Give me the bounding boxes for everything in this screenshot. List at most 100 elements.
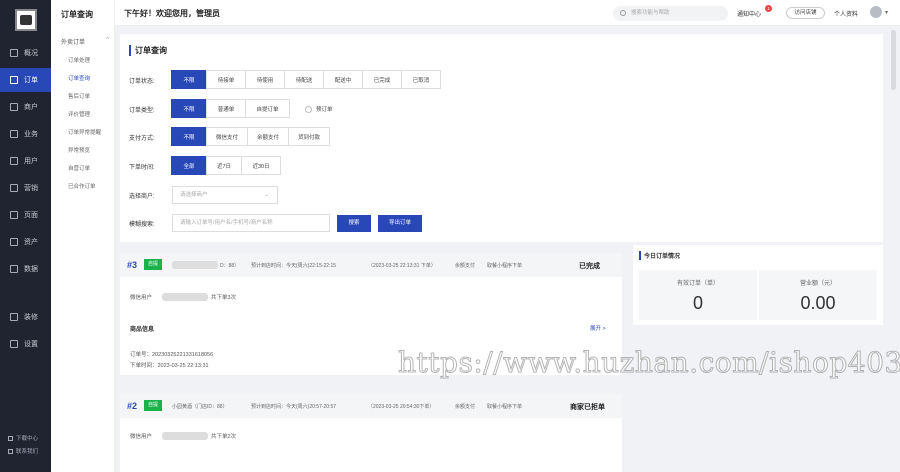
payment-label: 支付方式:	[129, 136, 155, 142]
marketing-icon	[10, 184, 18, 192]
decoration-icon	[10, 313, 18, 321]
preorder-label: 预订单	[316, 107, 333, 113]
blurred-store-name	[172, 261, 218, 269]
subnav-item-preview[interactable]: 异常预览	[68, 146, 90, 154]
sidebar-item-orders[interactable]: 订单	[0, 68, 51, 92]
orders-icon	[10, 76, 18, 84]
order-card-header: #2 自提 小园黄酒（门店ID：88） 预计到店时间：今天(周六)20:57-2…	[120, 394, 622, 418]
customer-order-count: 共下单2次	[211, 434, 237, 440]
search-icon	[620, 10, 626, 16]
sidebar-item-label: 页面	[24, 212, 38, 219]
contact-us-link[interactable]: 联系我们	[8, 447, 38, 455]
order-type-tag: 自提	[144, 259, 163, 270]
keyword-input[interactable]: 请输入订单号/用户名/手机号/商户名称	[172, 214, 330, 232]
subnav-item-reviews[interactable]: 评价管理	[68, 110, 90, 118]
status-option[interactable]: 待接单	[206, 70, 246, 89]
page-icon	[10, 211, 18, 219]
profile-link[interactable]: 个人资料	[834, 9, 858, 18]
status-option[interactable]: 已完成	[362, 70, 402, 89]
notify-center-link[interactable]: 通知中心	[737, 9, 761, 18]
time-label: 下单时间:	[129, 165, 155, 171]
sidebar-item-users[interactable]: 用户	[0, 149, 51, 173]
visit-store-button[interactable]: 访问店铺	[786, 7, 825, 19]
chevron-down-icon: ⌄	[264, 192, 269, 198]
subnav-group-takeout[interactable]: 外卖订单 ^	[61, 37, 109, 46]
revenue-value: 0.00	[800, 293, 836, 313]
sidebar-item-label: 设置	[24, 341, 38, 348]
subnav-item-process[interactable]: 订单处理	[68, 56, 90, 64]
download-icon	[8, 435, 13, 441]
type-option[interactable]: 不限	[171, 99, 207, 118]
status-option[interactable]: 不限	[171, 70, 207, 89]
payment-method: 余额支付	[455, 404, 476, 410]
avatar[interactable]	[870, 6, 882, 18]
pickup-time-text: 预计到店时间：今天(周六)20:57-20:57	[251, 404, 337, 410]
blurred-customer-phone	[162, 432, 208, 440]
main-sidebar: 概况 订单 商户 业务 用户 营销 页面 资产 数据 装修 设置 下载中心 联系…	[0, 0, 51, 472]
notify-badge: 1	[765, 5, 772, 12]
today-stats-title: 今日订单情况	[639, 251, 680, 260]
payment-option[interactable]: 余额支付	[247, 127, 289, 146]
page-title: 订单查询	[129, 45, 167, 56]
subnav-group-label: 外卖订单	[61, 40, 86, 46]
subnav-item-query[interactable]: 订单查询	[68, 74, 90, 82]
sidebar-item-data[interactable]: 数据	[0, 257, 51, 281]
preorder-checkbox[interactable]: 预订单	[305, 105, 333, 113]
customer-name: 微信用户	[130, 434, 153, 440]
payment-option[interactable]: 不限	[171, 127, 207, 146]
sub-sidebar: 订单查询 外卖订单 ^ 订单处理 订单查询 售后订单 评价管理 订单异常提醒 异常…	[51, 0, 115, 472]
sidebar-item-label: 资产	[24, 239, 38, 246]
order-card: #2 自提 小园黄酒（门店ID：88） 预计到店时间：今天(周六)20:57-2…	[120, 394, 622, 472]
type-segment: 不限 普通单 自提订单	[171, 99, 290, 118]
subnav-item-exception[interactable]: 订单异常提醒	[68, 128, 101, 136]
search-input[interactable]: 搜索功能与帮助	[613, 6, 728, 21]
time-option[interactable]: 近7日	[206, 156, 242, 175]
type-label: 订单类型:	[129, 108, 155, 114]
sidebar-item-label: 概况	[24, 50, 38, 57]
payment-option[interactable]: 微信支付	[206, 127, 248, 146]
subnav-item-self[interactable]: 自营订单	[68, 164, 90, 172]
radio-circle-icon	[305, 105, 312, 113]
download-center-link[interactable]: 下载中心	[8, 434, 38, 442]
order-timestamp: （2023-03-25 20:54:30下单）	[368, 404, 435, 410]
scrollbar[interactable]	[891, 30, 896, 90]
pickup-time-text: 预计到店时间：今天(周六)22:15-22:15	[251, 263, 337, 269]
chevron-up-icon: ^	[106, 37, 109, 43]
sidebar-item-business[interactable]: 业务	[0, 122, 51, 146]
time-segment: 全部 近7日 近30日	[171, 156, 281, 175]
order-status: 已完成	[579, 263, 600, 270]
sidebar-item-pages[interactable]: 页面	[0, 203, 51, 227]
subnav-item-aftersale[interactable]: 售后订单	[68, 92, 90, 100]
status-option[interactable]: 待使用	[245, 70, 285, 89]
search-button[interactable]: 搜索	[337, 215, 371, 232]
sidebar-item-settings[interactable]: 设置	[0, 332, 51, 356]
gear-icon	[10, 340, 18, 348]
time-option[interactable]: 近30日	[241, 156, 281, 175]
merchant-label: 选择商户:	[129, 194, 155, 200]
subnav-item-cooperation[interactable]: 已合作订单	[68, 182, 96, 190]
sidebar-item-merchants[interactable]: 商户	[0, 95, 51, 119]
sidebar-item-label: 业务	[24, 131, 38, 138]
payment-option[interactable]: 货到付款	[288, 127, 330, 146]
sidebar-item-overview[interactable]: 概况	[0, 41, 51, 65]
export-orders-button[interactable]: 导出订单	[378, 215, 422, 232]
sidebar-item-marketing[interactable]: 营销	[0, 176, 51, 200]
overview-icon	[10, 49, 18, 57]
greeting-text: 下午好！欢迎您用，管理员	[124, 9, 220, 18]
contact-label: 联系我们	[16, 449, 39, 455]
sidebar-item-assets[interactable]: 资产	[0, 230, 51, 254]
sidebar-item-label: 数据	[24, 266, 38, 273]
expand-link[interactable]: 展开 >	[590, 324, 606, 332]
order-timestamp: （2023-03-25 22:13:31 下单）	[368, 263, 436, 269]
sidebar-item-decoration[interactable]: 装修	[0, 305, 51, 329]
status-option[interactable]: 配送中	[323, 70, 363, 89]
chevron-down-icon[interactable]: ▾	[885, 9, 888, 16]
status-option[interactable]: 待配送	[284, 70, 324, 89]
status-option[interactable]: 已取消	[401, 70, 441, 89]
merchant-select[interactable]: 请选择商户 ⌄	[172, 186, 278, 204]
time-option[interactable]: 全部	[171, 156, 207, 175]
type-option[interactable]: 自提订单	[245, 99, 290, 118]
keyword-label: 模糊搜索:	[129, 222, 155, 228]
store-id-text: 小园黄酒（门店ID：88）	[172, 404, 228, 410]
type-option[interactable]: 普通单	[206, 99, 246, 118]
